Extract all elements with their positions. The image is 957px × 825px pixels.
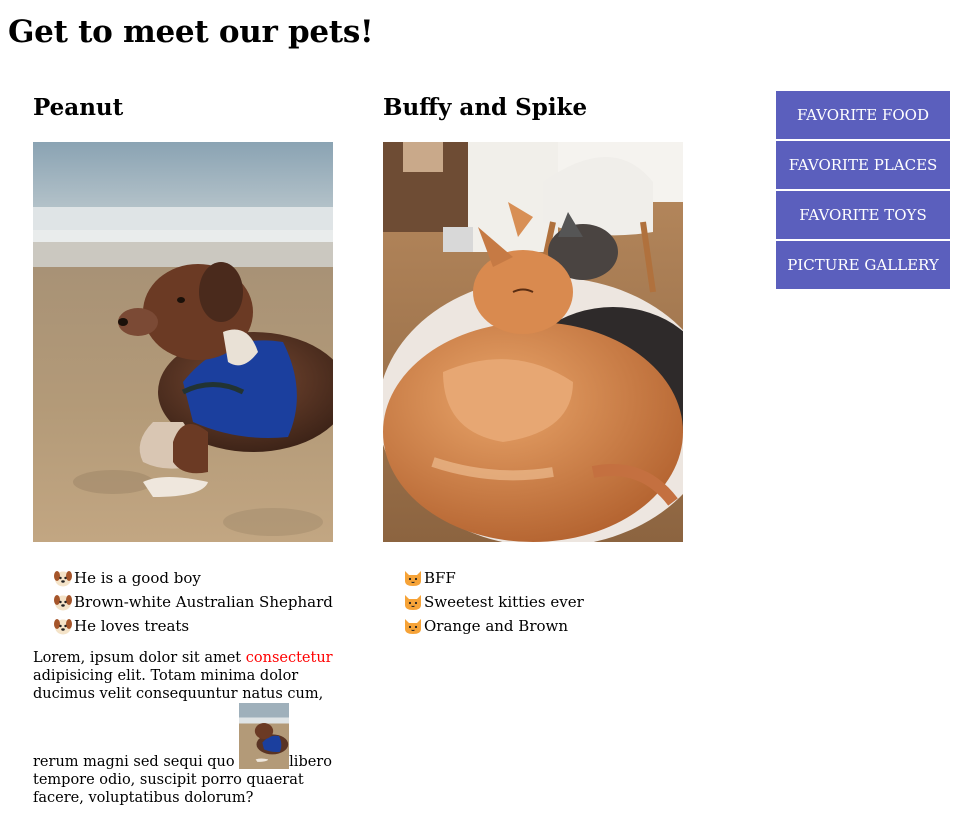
favorite-food-button[interactable]: Favorite Food bbox=[776, 91, 950, 139]
pet-name: Buffy and Spike bbox=[383, 94, 588, 121]
trait-text: He loves treats bbox=[74, 617, 190, 635]
trait-text: BFF bbox=[424, 569, 456, 587]
accent-text: consectetur bbox=[245, 650, 333, 666]
trait-text: He is a good boy bbox=[74, 569, 201, 587]
list-item: Sweetest kitties ever bbox=[403, 590, 584, 614]
dog-face-icon bbox=[53, 592, 73, 612]
pet-card-buffy-and-spike: Buffy and Spike BFF Sweetest kitties eve… bbox=[383, 94, 683, 635]
article-text: Lorem, ipsum dolor sit amet bbox=[33, 650, 246, 666]
picture-gallery-button[interactable]: Picture Gallery bbox=[776, 241, 950, 289]
cats-photo bbox=[383, 142, 683, 542]
page-title: Get to meet our pets! bbox=[8, 14, 374, 50]
cat-face-icon bbox=[403, 568, 423, 588]
dog-face-icon bbox=[53, 568, 73, 588]
list-item: Brown-white Australian Shephard bbox=[53, 590, 333, 614]
trait-list: BFF Sweetest kitties ever Orange and Bro… bbox=[403, 566, 584, 638]
side-menu: Favorite Food Favorite Places Favorite T… bbox=[776, 91, 950, 291]
article-paragraph: Lorem, ipsum dolor sit amet consectetur … bbox=[33, 649, 333, 807]
list-item: Orange and Brown bbox=[403, 614, 584, 638]
pet-card-peanut: Peanut He is a good boy Brown-white Aust… bbox=[33, 94, 333, 806]
trait-text: Brown-white Australian Shephard bbox=[74, 593, 333, 611]
cat-face-icon bbox=[403, 592, 423, 612]
inline-dog-photo bbox=[239, 703, 290, 769]
favorite-places-button[interactable]: Favorite Places bbox=[776, 141, 950, 189]
list-item: He loves treats bbox=[53, 614, 333, 638]
favorite-toys-button[interactable]: Favorite Toys bbox=[776, 191, 950, 239]
cat-face-icon bbox=[403, 616, 423, 636]
trait-list: He is a good boy Brown-white Australian … bbox=[53, 566, 333, 638]
dog-photo bbox=[33, 142, 333, 542]
list-item: BFF bbox=[403, 566, 584, 590]
dog-face-icon bbox=[53, 616, 73, 636]
list-item: He is a good boy bbox=[53, 566, 333, 590]
trait-text: Orange and Brown bbox=[424, 617, 569, 635]
trait-text: Sweetest kitties ever bbox=[424, 593, 584, 611]
pet-name: Peanut bbox=[33, 94, 124, 121]
